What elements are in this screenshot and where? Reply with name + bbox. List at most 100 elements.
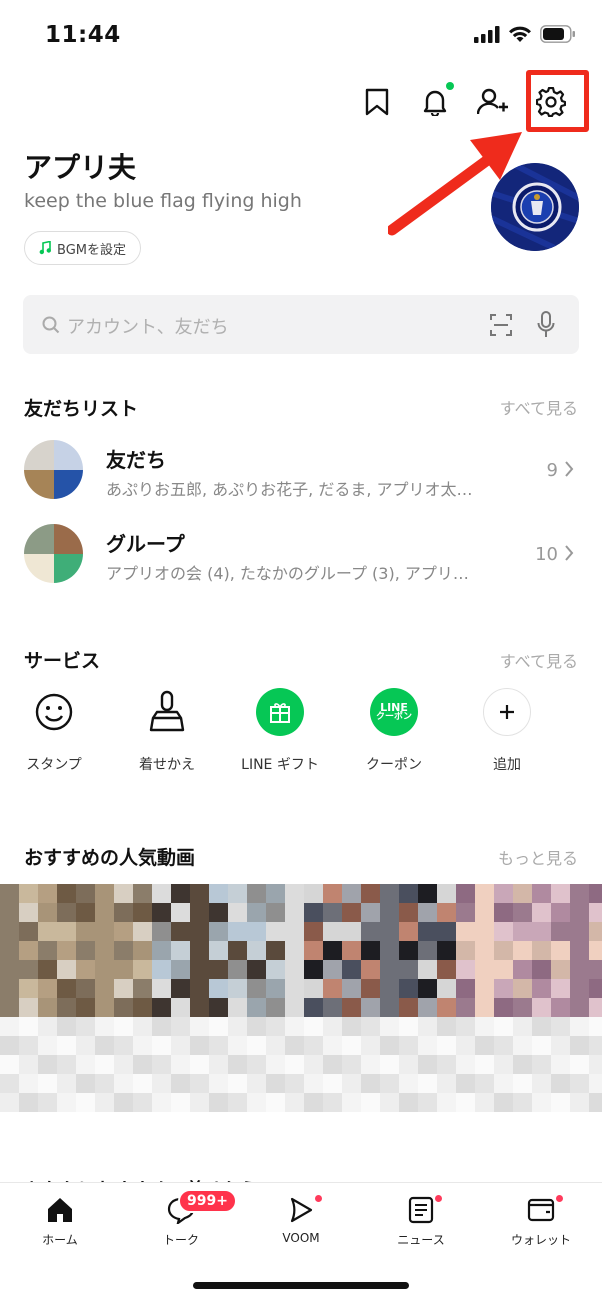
videos-see-more-link[interactable]: もっと見る xyxy=(498,845,578,869)
mosaic-pixel xyxy=(513,884,532,903)
mosaic-pixel xyxy=(190,1055,209,1074)
mosaic-pixel xyxy=(494,922,513,941)
mosaic-pixel xyxy=(0,1036,19,1055)
mosaic-pixel xyxy=(95,979,114,998)
mosaic-pixel xyxy=(570,1074,589,1093)
mosaic-pixel xyxy=(57,941,76,960)
mosaic-pixel xyxy=(19,1017,38,1036)
mosaic-pixel xyxy=(285,903,304,922)
tab-news[interactable]: ニュース xyxy=(376,1193,466,1248)
search-input[interactable]: アカウント、友だち xyxy=(67,313,229,339)
tab-home[interactable]: ホーム xyxy=(15,1193,105,1248)
mosaic-pixel xyxy=(323,941,342,960)
mosaic-pixel xyxy=(76,979,95,998)
mosaic-pixel xyxy=(19,1036,38,1055)
mosaic-pixel xyxy=(494,1074,513,1093)
mosaic-pixel xyxy=(399,884,418,903)
mosaic-pixel xyxy=(570,960,589,979)
mosaic-pixel xyxy=(570,941,589,960)
mosaic-pixel xyxy=(361,1036,380,1055)
mosaic-pixel xyxy=(152,1093,171,1112)
mosaic-pixel xyxy=(285,1055,304,1074)
service-line-gift[interactable]: LINE ギフト xyxy=(230,688,330,774)
mosaic-pixel xyxy=(228,1017,247,1036)
mosaic-pixel xyxy=(285,979,304,998)
mosaic-pixel xyxy=(190,979,209,998)
mosaic-pixel xyxy=(532,1093,551,1112)
mosaic-pixel xyxy=(76,960,95,979)
notifications-button[interactable] xyxy=(406,78,464,126)
mosaic-pixel xyxy=(532,1017,551,1036)
bgm-label: BGMを設定 xyxy=(57,242,126,258)
video-thumbnails-pixelated[interactable] xyxy=(0,884,602,1124)
mosaic-pixel xyxy=(0,960,19,979)
mosaic-pixel xyxy=(247,884,266,903)
mosaic-pixel xyxy=(418,1036,437,1055)
service-coupon[interactable]: LINE クーポン クーポン xyxy=(344,688,444,774)
tab-wallet[interactable]: ウォレット xyxy=(496,1193,586,1248)
mosaic-pixel xyxy=(152,903,171,922)
settings-highlight-box xyxy=(526,70,589,132)
mosaic-pixel xyxy=(456,922,475,941)
service-icon-wrap xyxy=(30,688,78,736)
mosaic-pixel xyxy=(475,979,494,998)
microphone-icon[interactable] xyxy=(537,311,555,339)
mosaic-pixel xyxy=(114,979,133,998)
mosaic-pixel xyxy=(361,922,380,941)
mosaic-pixel xyxy=(456,1017,475,1036)
mosaic-pixel xyxy=(171,903,190,922)
mosaic-pixel xyxy=(475,884,494,903)
profile-status-message[interactable]: keep the blue flag flying high xyxy=(24,190,302,212)
mosaic-pixel xyxy=(266,998,285,1017)
tab-label: ニュース xyxy=(397,1233,445,1247)
mosaic-pixel xyxy=(38,941,57,960)
add-friend-button[interactable] xyxy=(464,78,522,126)
mosaic-pixel xyxy=(114,903,133,922)
mosaic-pixel xyxy=(19,1055,38,1074)
mosaic-pixel xyxy=(437,903,456,922)
mosaic-pixel xyxy=(494,884,513,903)
mosaic-pixel xyxy=(133,960,152,979)
mosaic-pixel xyxy=(228,1074,247,1093)
mosaic-pixel xyxy=(19,1074,38,1093)
mosaic-pixel xyxy=(133,903,152,922)
mosaic-pixel xyxy=(95,1017,114,1036)
add-friend-icon xyxy=(477,88,508,115)
mosaic-pixel xyxy=(456,1055,475,1074)
mosaic-pixel xyxy=(152,1036,171,1055)
mosaic-pixel xyxy=(551,1036,570,1055)
mosaic-pixel xyxy=(19,979,38,998)
mosaic-pixel xyxy=(437,960,456,979)
mosaic-pixel xyxy=(114,1036,133,1055)
bgm-button[interactable]: BGMを設定 xyxy=(24,231,141,265)
mosaic-pixel xyxy=(285,1017,304,1036)
friends-row[interactable]: 友だち あぷりお五郎, あぷりお花子, だるま, アプリオ太… 9 xyxy=(0,440,602,504)
services-see-all-link[interactable]: すべて見る xyxy=(500,648,578,672)
bookmark-button[interactable] xyxy=(348,78,406,126)
scan-icon[interactable] xyxy=(489,313,513,337)
mosaic-pixel xyxy=(380,1055,399,1074)
mosaic-pixel xyxy=(38,998,57,1017)
mosaic-pixel xyxy=(171,941,190,960)
mosaic-pixel xyxy=(266,884,285,903)
profile-avatar[interactable] xyxy=(491,163,579,251)
service-stickers[interactable]: スタンプ xyxy=(4,688,104,774)
club-crest-icon xyxy=(491,163,579,251)
friends-see-all-link[interactable]: すべて見る xyxy=(500,395,578,419)
mosaic-pixel xyxy=(589,941,602,960)
service-themes[interactable]: 着せかえ xyxy=(117,688,217,774)
mosaic-pixel xyxy=(570,1017,589,1036)
mosaic-pixel xyxy=(513,1017,532,1036)
service-add[interactable]: 追加 xyxy=(457,688,557,774)
mosaic-pixel xyxy=(589,884,602,903)
search-bar[interactable]: アカウント、友だち xyxy=(23,295,579,354)
mosaic-pixel xyxy=(570,903,589,922)
mosaic-pixel xyxy=(57,884,76,903)
groups-row[interactable]: グループ アプリオの会 (4), たなかのグループ (3), アプリ… 10 xyxy=(0,524,602,588)
mosaic-pixel xyxy=(133,1017,152,1036)
mosaic-pixel xyxy=(513,1036,532,1055)
tab-voom[interactable]: VOOM xyxy=(256,1193,346,1245)
mosaic-pixel xyxy=(437,922,456,941)
mosaic-pixel xyxy=(133,1036,152,1055)
mosaic-pixel xyxy=(399,1036,418,1055)
